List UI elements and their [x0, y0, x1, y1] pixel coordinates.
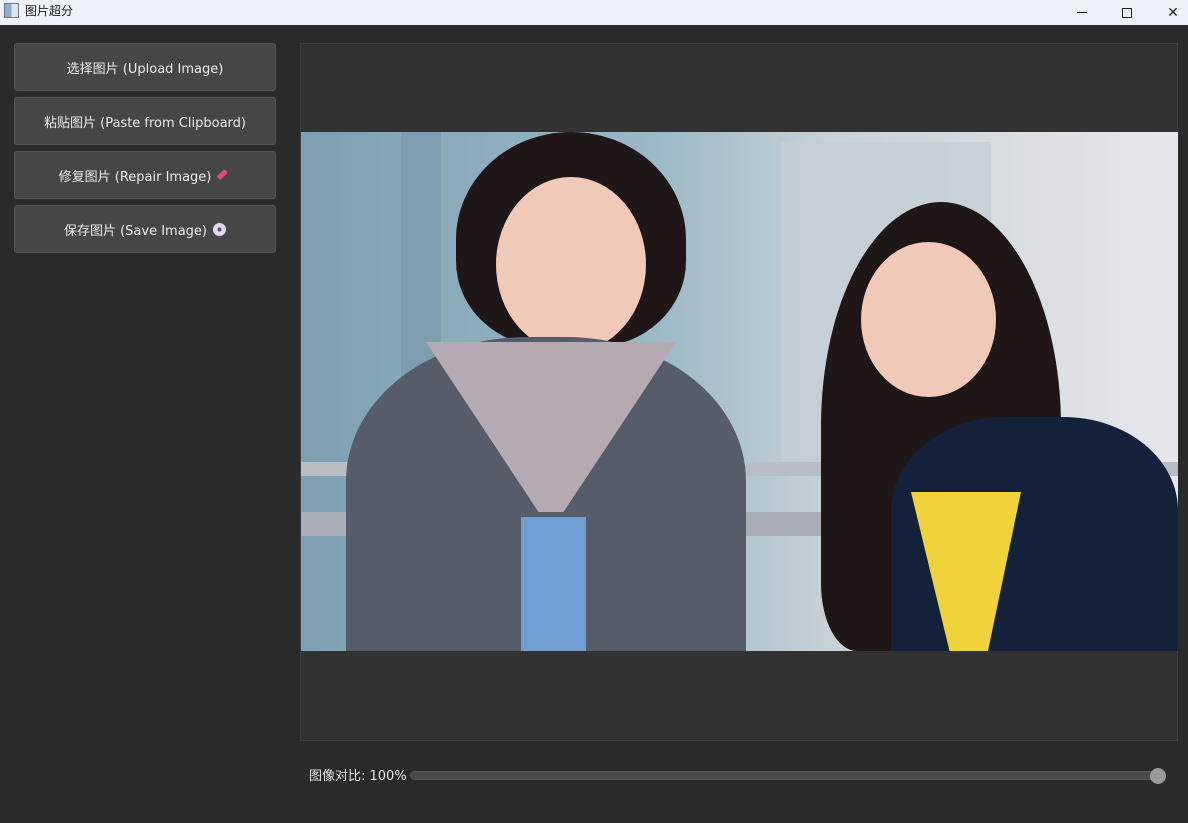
face	[496, 177, 646, 352]
paste-from-clipboard-button[interactable]: 粘贴图片 (Paste from Clipboard)	[14, 97, 276, 145]
disc-icon	[213, 222, 227, 236]
repair-image-label: 修复图片 (Repair Image)	[58, 169, 212, 185]
face	[861, 242, 996, 397]
person-left	[346, 132, 746, 651]
rocket-icon	[217, 168, 231, 182]
close-icon: ✕	[1167, 4, 1179, 21]
scarf	[521, 517, 586, 651]
preview-image	[301, 132, 1178, 651]
title-bar: 图片超分 ✕	[0, 0, 1188, 25]
minimize-button[interactable]	[1059, 0, 1105, 25]
contrast-label: 图像对比: 100%	[309, 769, 407, 784]
save-image-label: 保存图片 (Save Image)	[63, 223, 208, 239]
repair-image-button[interactable]: 修复图片 (Repair Image)	[14, 151, 276, 199]
minimize-icon	[1077, 12, 1087, 13]
save-image-button[interactable]: 保存图片 (Save Image)	[14, 205, 276, 253]
close-button[interactable]: ✕	[1150, 0, 1188, 25]
window-title: 图片超分	[25, 4, 74, 18]
contrast-slider[interactable]	[410, 771, 1162, 780]
paste-image-label: 粘贴图片 (Paste from Clipboard)	[44, 115, 246, 131]
contrast-slider-handle[interactable]	[1150, 768, 1166, 784]
image-preview-panel	[300, 43, 1178, 741]
upload-image-button[interactable]: 选择图片 (Upload Image)	[14, 43, 276, 91]
upload-image-label: 选择图片 (Upload Image)	[66, 61, 224, 77]
person-right	[821, 182, 1178, 651]
app-icon	[4, 3, 19, 18]
maximize-icon	[1122, 7, 1132, 18]
maximize-button[interactable]	[1104, 0, 1150, 25]
